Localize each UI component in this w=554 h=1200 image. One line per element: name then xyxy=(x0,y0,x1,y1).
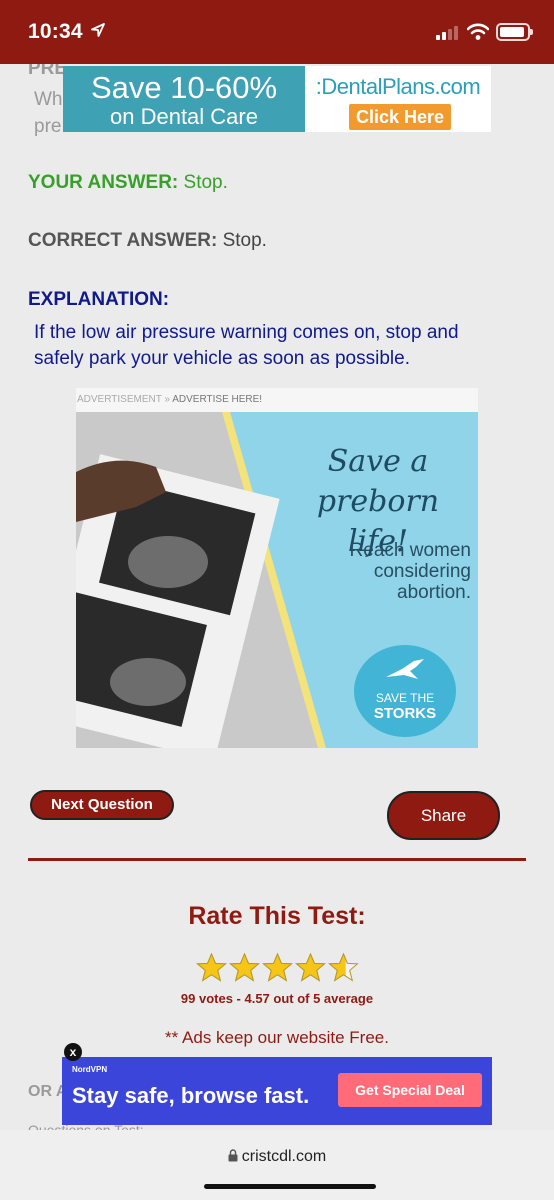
wifi-icon xyxy=(467,23,489,40)
rate-this-test-heading: Rate This Test: xyxy=(188,902,366,930)
dental-ad-subline: on Dental Care xyxy=(110,104,258,129)
correct-answer-label: CORRECT ANSWER: xyxy=(28,230,218,251)
your-answer-label: YOUR ANSWER: xyxy=(28,172,179,193)
dental-plans-ad[interactable]: Save 10-60% on Dental Care :DentalPlans.… xyxy=(63,66,491,132)
lock-icon xyxy=(228,1149,238,1162)
section-divider xyxy=(28,858,526,861)
stork-logo-line1: SAVE THE xyxy=(375,691,435,705)
next-question-button[interactable]: Next Question xyxy=(30,790,174,820)
dental-ad-brand-panel: :DentalPlans.com Click Here xyxy=(305,66,491,132)
stork-ad-copy: Reach women considering abortion. xyxy=(349,540,471,603)
star-icon[interactable] xyxy=(229,952,260,983)
correct-answer: CORRECT ANSWER: Stop. xyxy=(28,230,267,252)
correct-answer-value: Stop. xyxy=(222,230,267,251)
save-the-storks-logo: SAVE THE STORKS xyxy=(354,645,456,737)
nordvpn-ad[interactable]: NordVPN Stay safe, browse fast. Get Spec… xyxy=(62,1057,492,1125)
status-bar: 10:34 xyxy=(0,0,554,64)
votes-summary: 99 votes - 4.57 out of 5 average xyxy=(180,991,374,1006)
status-time: 10:34 xyxy=(28,20,83,43)
home-indicator xyxy=(204,1184,376,1189)
explanation-heading: EXPLANATION: xyxy=(28,289,170,310)
dental-ad-headline-panel: Save 10-60% on Dental Care xyxy=(63,66,305,132)
nordvpn-brand: NordVPN xyxy=(72,1065,108,1074)
cellular-signal-icon xyxy=(436,24,458,40)
star-icon[interactable] xyxy=(262,952,293,983)
question-text-partial: Wh xyxy=(34,89,63,110)
url-field[interactable]: cristcdl.com xyxy=(0,1148,554,1166)
location-arrow-icon xyxy=(91,23,105,37)
star-icon[interactable] xyxy=(196,952,227,983)
your-answer-value: Stop. xyxy=(183,172,228,193)
stork-logo-line2: STORKS xyxy=(373,705,437,722)
advertise-here-link[interactable]: ADVERTISE HERE! xyxy=(172,394,262,405)
question-text-partial-2: pre xyxy=(34,116,62,137)
ads-note: ** Ads keep our website Free. xyxy=(165,1028,389,1047)
get-special-deal-button[interactable]: Get Special Deal xyxy=(338,1073,482,1107)
dental-ad-headline: Save 10-60% xyxy=(90,70,278,105)
dental-ad-brand: :DentalPlans.com xyxy=(315,74,481,99)
url-text: cristcdl.com xyxy=(241,1148,327,1165)
close-ad-button[interactable]: x xyxy=(64,1043,82,1061)
nordvpn-headline: Stay safe, browse fast. xyxy=(72,1083,310,1108)
advertisement-label: ADVERTISEMENT » xyxy=(77,394,170,405)
star-icon[interactable] xyxy=(328,952,359,983)
star-icon[interactable] xyxy=(295,952,326,983)
your-answer: YOUR ANSWER: Stop. xyxy=(28,172,228,194)
save-the-storks-ad[interactable]: Save a preborn life! Reach women conside… xyxy=(76,412,478,748)
advertisement-label-bar: ADVERTISEMENT » ADVERTISE HERE! xyxy=(76,388,478,412)
explanation-text: If the low air pressure warning comes on… xyxy=(34,322,459,369)
dental-ad-click-here-button[interactable]: Click Here xyxy=(349,104,451,130)
star-rating[interactable] xyxy=(196,952,360,988)
share-button[interactable]: Share xyxy=(387,791,500,840)
stork-icon xyxy=(386,659,424,679)
battery-icon xyxy=(496,23,533,41)
browser-url-bar[interactable]: cristcdl.com xyxy=(0,1130,554,1200)
